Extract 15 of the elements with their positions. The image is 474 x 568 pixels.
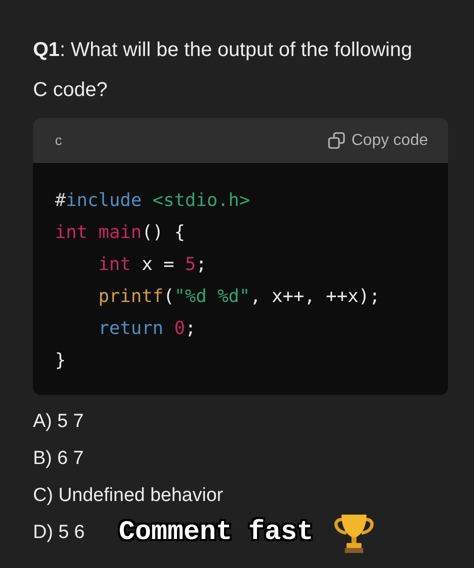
answer-option: C) Undefined behavior xyxy=(33,483,224,508)
copy-code-button[interactable]: Copy code xyxy=(328,128,428,152)
code-line: int main() { xyxy=(55,221,186,245)
question-text: Q1: What will be the output of the following C code? xyxy=(33,38,414,103)
code-line: printf("%d %d", x++, ++x); xyxy=(97,285,380,309)
code-line: return 0; xyxy=(97,317,196,341)
answer-option: B) 6 7 xyxy=(33,446,84,471)
code-line: } xyxy=(55,349,66,373)
caption-text: Comment fast xyxy=(118,518,314,548)
code-line: #include <stdio.h> xyxy=(55,189,250,213)
copy-icon xyxy=(328,132,346,150)
answer-option: D) 5 6 xyxy=(33,520,85,545)
code-line: int x = 5; xyxy=(97,253,207,277)
answer-option: A) 5 7 xyxy=(33,409,84,434)
language-label: c xyxy=(55,131,62,150)
